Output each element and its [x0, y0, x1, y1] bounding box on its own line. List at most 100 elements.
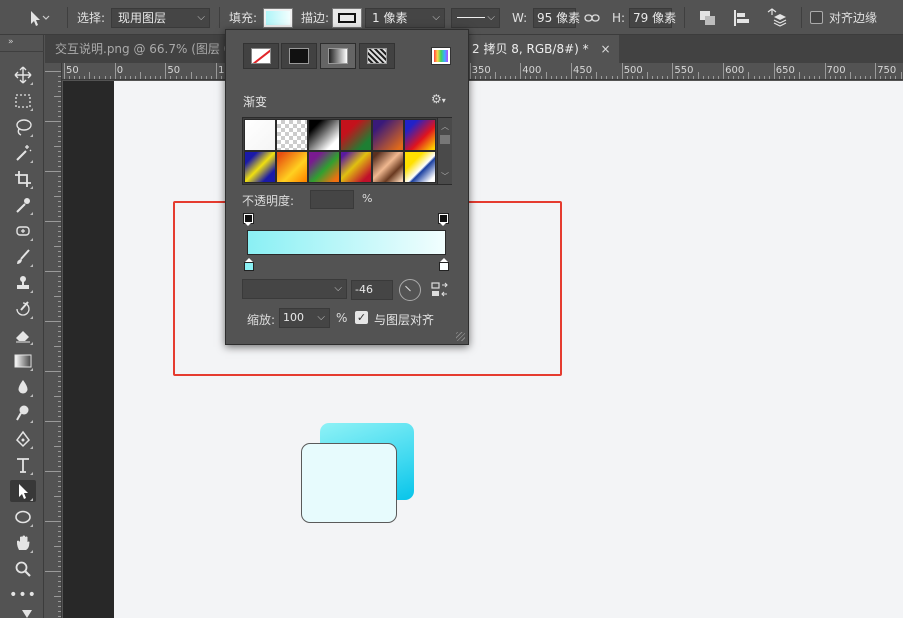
stroke-type-dropdown[interactable]: ⌵: [451, 8, 500, 28]
color-picker-button[interactable]: [431, 47, 451, 65]
collapse-toolbar-icon[interactable]: »: [8, 37, 14, 47]
zoom-tool[interactable]: [10, 558, 36, 580]
opacity-stop-marker-icon: [243, 213, 254, 224]
opacity-stop-right[interactable]: [438, 213, 449, 226]
tool-preset-picker[interactable]: [26, 0, 50, 35]
path-arrangement-button[interactable]: [764, 0, 788, 35]
preset-swatch[interactable]: [276, 151, 308, 183]
preset-swatch[interactable]: [372, 151, 404, 183]
pen-tool[interactable]: [10, 428, 36, 450]
ruler-minor-tick: [636, 76, 638, 79]
color-stop-right[interactable]: [439, 258, 449, 271]
scroll-up-icon[interactable]: ︿: [441, 121, 449, 132]
blur-tool[interactable]: [10, 376, 36, 398]
preset-swatch[interactable]: [340, 151, 372, 183]
link-wh-button[interactable]: [584, 0, 600, 35]
move-tool[interactable]: [10, 64, 36, 86]
angle-dial[interactable]: [399, 279, 421, 301]
align-with-layer-checkbox[interactable]: ✓: [355, 311, 368, 324]
solid-color-button[interactable]: [281, 43, 317, 69]
ruler-tick: [58, 601, 61, 602]
preset-swatch[interactable]: [308, 151, 340, 183]
gradient-tool[interactable]: [10, 350, 36, 372]
ruler-tick: [58, 156, 61, 157]
ruler-tick: [58, 236, 61, 237]
ruler-major-tick: [520, 63, 522, 79]
scale-input[interactable]: 100 ⌵: [279, 308, 330, 328]
edit-toolbar-button[interactable]: •••: [9, 584, 36, 606]
stroke-swatch[interactable]: [332, 8, 362, 28]
history-brush-tool[interactable]: [10, 298, 36, 320]
document-tab-active[interactable]: 2 拷贝 8, RGB/8#) * ×: [467, 35, 619, 63]
ruler-minor-tick: [616, 76, 618, 79]
opacity-input[interactable]: [310, 190, 354, 209]
opacity-stop-left[interactable]: [243, 213, 254, 226]
width-input[interactable]: 95 像素: [533, 8, 580, 28]
crop-tool[interactable]: [10, 168, 36, 190]
preset-swatch[interactable]: [372, 119, 404, 151]
ruler-major-tick: [571, 63, 572, 79]
ruler-minor-tick: [109, 76, 111, 79]
path-alignment-button[interactable]: [732, 0, 754, 35]
align-edges-checkbox[interactable]: [810, 11, 823, 24]
ruler-tick: [58, 141, 61, 142]
gradient-preview-bar[interactable]: [247, 230, 446, 255]
ruler-minor-tick: [652, 76, 654, 79]
path-operations-button[interactable]: [698, 0, 718, 35]
preset-swatch[interactable]: [404, 151, 436, 183]
document-tab-inactive[interactable]: 交互说明.png @ 66.7% (图层 0: [45, 35, 242, 63]
scroll-thumb[interactable]: [440, 135, 450, 144]
preset-scrollbar[interactable]: ︿ ﹀: [437, 118, 452, 184]
fill-swatch[interactable]: [263, 8, 293, 28]
ruler-label: 50: [167, 65, 181, 76]
no-fill-button[interactable]: [243, 43, 279, 69]
spot-healing-tool[interactable]: [10, 220, 36, 242]
clone-stamp-tool[interactable]: [10, 272, 36, 294]
magic-wand-tool[interactable]: [10, 142, 36, 164]
ruler-tick: [58, 216, 61, 217]
eyedropper-tool[interactable]: [10, 194, 36, 216]
resize-grip-icon[interactable]: [456, 332, 465, 341]
gradient-button[interactable]: [320, 43, 356, 69]
eraser-tool[interactable]: [10, 324, 36, 346]
ruler-minor-tick: [134, 76, 136, 79]
foreground-color-icon[interactable]: [22, 610, 32, 618]
preset-swatch[interactable]: [276, 119, 308, 151]
scroll-down-icon[interactable]: ﹀: [441, 171, 449, 182]
path-selection-tool[interactable]: [10, 480, 36, 502]
ruler-minor-tick: [738, 76, 740, 79]
ellipse-tool[interactable]: [10, 506, 36, 528]
marquee-tool[interactable]: [10, 90, 36, 112]
ruler-minor-tick: [200, 76, 202, 79]
close-tab-icon[interactable]: ×: [600, 42, 610, 56]
ruler-minor-tick: [606, 76, 608, 79]
selected-rounded-rectangle[interactable]: [301, 443, 397, 523]
document-tab-title: 2 拷贝 8, RGB/8#) *: [472, 42, 589, 56]
lasso-tool[interactable]: [10, 116, 36, 138]
gradient-settings-gear-icon[interactable]: ⚙▾: [431, 92, 446, 106]
color-stop-left[interactable]: [244, 258, 254, 271]
pattern-icon: [367, 48, 387, 64]
preset-swatch[interactable]: [404, 119, 436, 151]
ruler-tick: [58, 106, 61, 107]
ruler-minor-tick: [900, 72, 902, 79]
ruler-tick: [58, 436, 61, 437]
preset-swatch[interactable]: [308, 119, 340, 151]
ruler-tick: [58, 231, 61, 232]
reverse-gradient-button[interactable]: [431, 281, 449, 302]
ruler-minor-tick: [489, 76, 491, 79]
select-dropdown[interactable]: 现用图层 ⌵: [111, 8, 210, 28]
preset-swatch[interactable]: [340, 119, 372, 151]
type-tool[interactable]: [10, 454, 36, 476]
stroke-width-field[interactable]: 1 像素 ⌵: [365, 8, 445, 28]
dodge-tool[interactable]: [10, 402, 36, 424]
brush-tool[interactable]: [10, 246, 36, 268]
gradient-style-dropdown[interactable]: ⌵: [242, 279, 347, 299]
angle-input[interactable]: -46: [351, 280, 393, 300]
pattern-button[interactable]: [359, 43, 395, 69]
preset-swatch[interactable]: [244, 119, 276, 151]
height-input[interactable]: 79 像素: [629, 8, 676, 28]
hand-tool[interactable]: [10, 532, 36, 554]
ruler-minor-tick: [844, 76, 846, 79]
preset-swatch[interactable]: [244, 151, 276, 183]
